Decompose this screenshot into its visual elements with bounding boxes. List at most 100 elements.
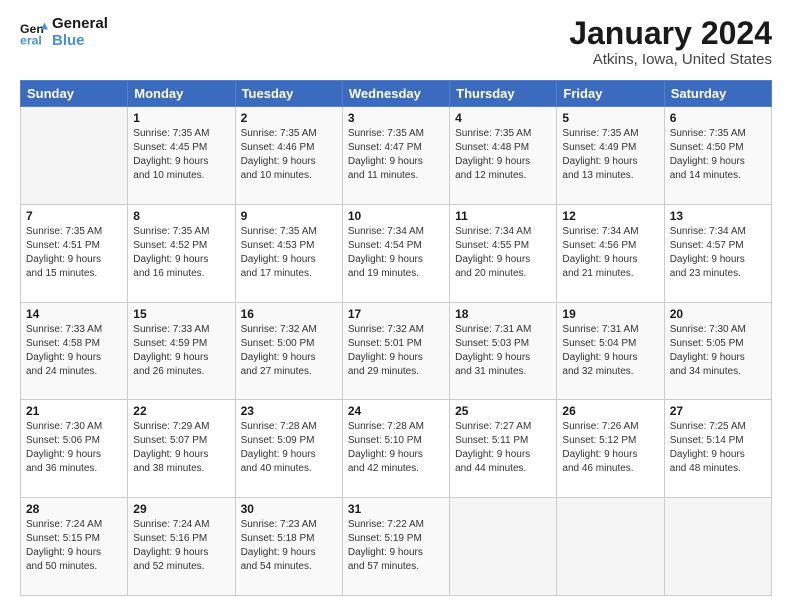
calendar-cell: 16Sunrise: 7:32 AMSunset: 5:00 PMDayligh… xyxy=(235,302,342,400)
week-row-1: 7 Sunrise: 7:35 AMSunset: 4:51 PMDaylight… xyxy=(21,204,772,302)
day-info: Sunrise: 7:32 AMSunset: 5:01 PMDaylight:… xyxy=(348,323,444,379)
calendar-cell: 18 Sunrise: 7:31 AMSunset: 5:03 PMDayligh… xyxy=(450,302,557,400)
calendar-cell: 31Sunrise: 7:22 AMSunset: 5:19 PMDayligh… xyxy=(342,498,449,596)
day-number: 18 xyxy=(455,307,551,321)
day-info: Sunrise: 7:30 AMSunset: 5:06 PMDaylight:… xyxy=(26,420,122,476)
day-info: Sunrise: 7:34 AMSunset: 4:55 PMDaylight:… xyxy=(455,225,551,281)
day-number: 15 xyxy=(133,307,229,321)
calendar-cell: 28 Sunrise: 7:24 AMSunset: 5:15 PMDayligh… xyxy=(21,498,128,596)
day-info: Sunrise: 7:26 AMSunset: 5:12 PMDaylight:… xyxy=(562,420,658,476)
day-info: Sunrise: 7:27 AMSunset: 5:11 PMDaylight:… xyxy=(455,420,551,476)
calendar-cell: 7 Sunrise: 7:35 AMSunset: 4:51 PMDaylight… xyxy=(21,204,128,302)
calendar-cell: 3 Sunrise: 7:35 AMSunset: 4:47 PMDaylight… xyxy=(342,107,449,205)
day-info: Sunrise: 7:31 AMSunset: 5:04 PMDaylight:… xyxy=(562,323,658,379)
day-number: 8 xyxy=(133,209,229,223)
day-number: 14 xyxy=(26,307,122,321)
location-title: Atkins, Iowa, United States xyxy=(569,51,772,68)
calendar-cell: 22 Sunrise: 7:29 AMSunset: 5:07 PMDayligh… xyxy=(128,400,235,498)
svg-text:eral: eral xyxy=(20,33,42,47)
calendar-cell xyxy=(21,107,128,205)
calendar-cell: 26 Sunrise: 7:26 AMSunset: 5:12 PMDayligh… xyxy=(557,400,664,498)
calendar-cell xyxy=(664,498,771,596)
logo-icon: Gen eral xyxy=(20,19,48,47)
day-info: Sunrise: 7:29 AMSunset: 5:07 PMDaylight:… xyxy=(133,420,229,476)
calendar-cell: 1 Sunrise: 7:35 AMSunset: 4:45 PMDaylight… xyxy=(128,107,235,205)
day-info: Sunrise: 7:35 AMSunset: 4:52 PMDaylight:… xyxy=(133,225,229,281)
calendar-cell: 24 Sunrise: 7:28 AMSunset: 5:10 PMDayligh… xyxy=(342,400,449,498)
day-info: Sunrise: 7:35 AMSunset: 4:45 PMDaylight:… xyxy=(133,127,229,183)
calendar-cell: 2Sunrise: 7:35 AMSunset: 4:46 PMDaylight… xyxy=(235,107,342,205)
calendar-cell: 9 Sunrise: 7:35 AMSunset: 4:53 PMDaylight… xyxy=(235,204,342,302)
calendar-cell: 5Sunrise: 7:35 AMSunset: 4:49 PMDaylight… xyxy=(557,107,664,205)
weekday-header-thursday: Thursday xyxy=(450,81,557,107)
day-info: Sunrise: 7:33 AMSunset: 4:58 PMDaylight:… xyxy=(26,323,122,379)
day-number: 23 xyxy=(241,404,337,418)
day-info: Sunrise: 7:35 AMSunset: 4:53 PMDaylight:… xyxy=(241,225,337,281)
day-info: Sunrise: 7:22 AMSunset: 5:19 PMDaylight:… xyxy=(348,518,444,574)
week-row-0: 1 Sunrise: 7:35 AMSunset: 4:45 PMDaylight… xyxy=(21,107,772,205)
calendar-cell: 10 Sunrise: 7:34 AMSunset: 4:54 PMDayligh… xyxy=(342,204,449,302)
week-row-3: 21 Sunrise: 7:30 AMSunset: 5:06 PMDayligh… xyxy=(21,400,772,498)
day-number: 2 xyxy=(241,111,337,125)
weekday-header-row: SundayMondayTuesdayWednesdayThursdayFrid… xyxy=(21,81,772,107)
calendar-cell: 30Sunrise: 7:23 AMSunset: 5:18 PMDayligh… xyxy=(235,498,342,596)
calendar-cell: 12Sunrise: 7:34 AMSunset: 4:56 PMDayligh… xyxy=(557,204,664,302)
calendar-cell xyxy=(450,498,557,596)
day-number: 1 xyxy=(133,111,229,125)
day-info: Sunrise: 7:23 AMSunset: 5:18 PMDaylight:… xyxy=(241,518,337,574)
calendar-cell xyxy=(557,498,664,596)
logo-general: General xyxy=(52,16,108,33)
calendar-cell: 23Sunrise: 7:28 AMSunset: 5:09 PMDayligh… xyxy=(235,400,342,498)
day-info: Sunrise: 7:28 AMSunset: 5:10 PMDaylight:… xyxy=(348,420,444,476)
day-info: Sunrise: 7:35 AMSunset: 4:48 PMDaylight:… xyxy=(455,127,551,183)
day-info: Sunrise: 7:24 AMSunset: 5:15 PMDaylight:… xyxy=(26,518,122,574)
day-number: 26 xyxy=(562,404,658,418)
header: Gen eral General Blue January 2024 Atkin… xyxy=(20,16,772,68)
day-number: 20 xyxy=(670,307,766,321)
day-info: Sunrise: 7:24 AMSunset: 5:16 PMDaylight:… xyxy=(133,518,229,574)
day-number: 21 xyxy=(26,404,122,418)
day-number: 11 xyxy=(455,209,551,223)
day-number: 22 xyxy=(133,404,229,418)
day-number: 4 xyxy=(455,111,551,125)
calendar-cell: 6 Sunrise: 7:35 AMSunset: 4:50 PMDaylight… xyxy=(664,107,771,205)
calendar-cell: 25 Sunrise: 7:27 AMSunset: 5:11 PMDayligh… xyxy=(450,400,557,498)
day-info: Sunrise: 7:34 AMSunset: 4:54 PMDaylight:… xyxy=(348,225,444,281)
day-info: Sunrise: 7:32 AMSunset: 5:00 PMDaylight:… xyxy=(241,323,337,379)
day-number: 7 xyxy=(26,209,122,223)
day-number: 19 xyxy=(562,307,658,321)
weekday-header-tuesday: Tuesday xyxy=(235,81,342,107)
calendar-cell: 20 Sunrise: 7:30 AMSunset: 5:05 PMDayligh… xyxy=(664,302,771,400)
day-info: Sunrise: 7:35 AMSunset: 4:50 PMDaylight:… xyxy=(670,127,766,183)
day-info: Sunrise: 7:31 AMSunset: 5:03 PMDaylight:… xyxy=(455,323,551,379)
calendar-cell: 19 Sunrise: 7:31 AMSunset: 5:04 PMDayligh… xyxy=(557,302,664,400)
weekday-header-friday: Friday xyxy=(557,81,664,107)
weekday-header-monday: Monday xyxy=(128,81,235,107)
day-number: 6 xyxy=(670,111,766,125)
calendar-cell: 4 Sunrise: 7:35 AMSunset: 4:48 PMDaylight… xyxy=(450,107,557,205)
calendar-cell: 8 Sunrise: 7:35 AMSunset: 4:52 PMDaylight… xyxy=(128,204,235,302)
logo: Gen eral General Blue xyxy=(20,16,108,49)
day-number: 9 xyxy=(241,209,337,223)
day-number: 13 xyxy=(670,209,766,223)
month-title: January 2024 xyxy=(569,16,772,51)
day-info: Sunrise: 7:34 AMSunset: 4:57 PMDaylight:… xyxy=(670,225,766,281)
day-number: 29 xyxy=(133,502,229,516)
day-number: 10 xyxy=(348,209,444,223)
calendar-cell: 27Sunrise: 7:25 AMSunset: 5:14 PMDayligh… xyxy=(664,400,771,498)
day-number: 25 xyxy=(455,404,551,418)
weekday-header-wednesday: Wednesday xyxy=(342,81,449,107)
calendar-cell: 29 Sunrise: 7:24 AMSunset: 5:16 PMDayligh… xyxy=(128,498,235,596)
calendar-cell: 14 Sunrise: 7:33 AMSunset: 4:58 PMDayligh… xyxy=(21,302,128,400)
calendar-page: Gen eral General Blue January 2024 Atkin… xyxy=(0,0,792,612)
week-row-2: 14 Sunrise: 7:33 AMSunset: 4:58 PMDayligh… xyxy=(21,302,772,400)
day-info: Sunrise: 7:35 AMSunset: 4:51 PMDaylight:… xyxy=(26,225,122,281)
day-number: 24 xyxy=(348,404,444,418)
day-number: 3 xyxy=(348,111,444,125)
day-number: 28 xyxy=(26,502,122,516)
calendar-cell: 17Sunrise: 7:32 AMSunset: 5:01 PMDayligh… xyxy=(342,302,449,400)
day-info: Sunrise: 7:35 AMSunset: 4:47 PMDaylight:… xyxy=(348,127,444,183)
calendar-cell: 15Sunrise: 7:33 AMSunset: 4:59 PMDayligh… xyxy=(128,302,235,400)
day-info: Sunrise: 7:30 AMSunset: 5:05 PMDaylight:… xyxy=(670,323,766,379)
day-info: Sunrise: 7:34 AMSunset: 4:56 PMDaylight:… xyxy=(562,225,658,281)
